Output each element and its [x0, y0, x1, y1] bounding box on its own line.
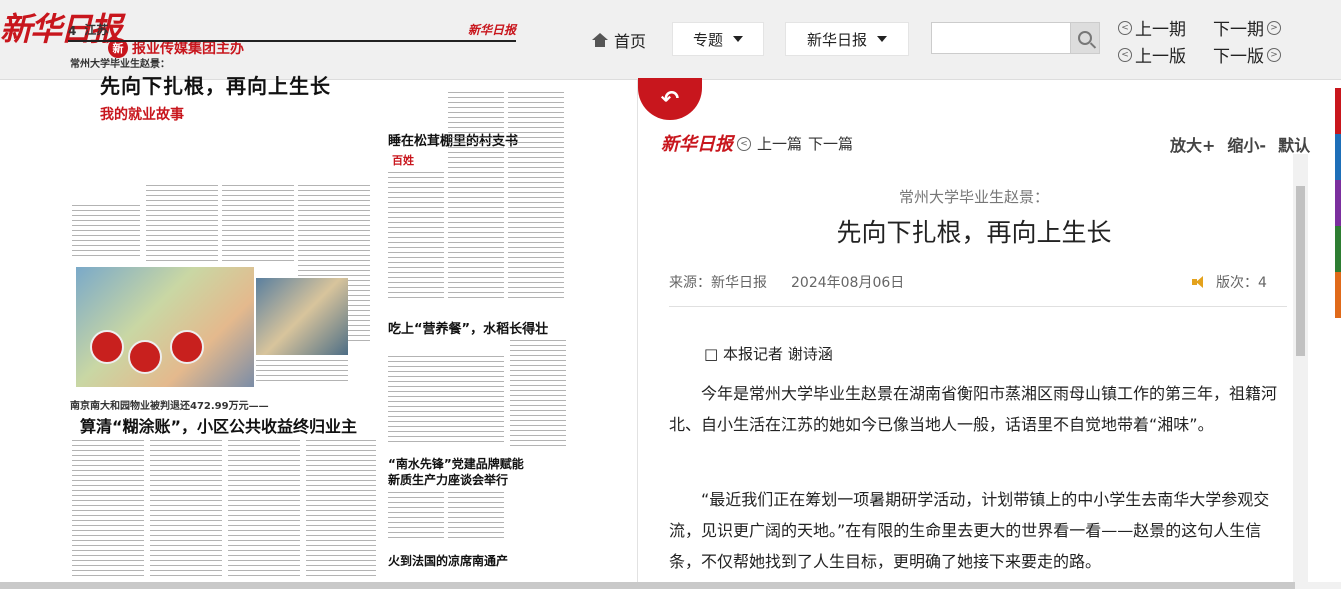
- divider: [669, 306, 1287, 307]
- article-author: □ 本报记者 谢诗涵: [704, 345, 833, 363]
- story-title[interactable]: 吃上“营养餐”，水稻长得壮: [388, 318, 548, 337]
- home-link[interactable]: 首页: [592, 28, 646, 52]
- prev-page-link[interactable]: < 上一版: [1118, 42, 1186, 67]
- prev-page-label: 上一版: [1135, 47, 1186, 67]
- story-banner: 我的就业故事: [100, 107, 184, 123]
- page-section: 江苏: [84, 23, 109, 37]
- back-arrow-icon: ↶: [660, 86, 680, 112]
- text-column: [510, 340, 566, 450]
- search-input[interactable]: [931, 22, 1071, 54]
- paper-dropdown[interactable]: 新华日报: [785, 22, 909, 56]
- side-color-tabs[interactable]: [1335, 88, 1341, 318]
- story-kicker: 南京南大和园物业被判退还472.99万元——: [70, 401, 269, 412]
- text-column: [150, 440, 222, 580]
- article-kicker: 常州大学毕业生赵景：: [898, 188, 1049, 206]
- search-button[interactable]: [1070, 22, 1100, 54]
- next-page-label: 下一版: [1213, 47, 1264, 67]
- article-paragraph: “最近我们正在筹划一项暑期研学活动，计划带镇上的中小学生去南华大学参观交流，见识…: [669, 490, 1270, 571]
- article-title: 先向下扎根，再向上生长: [836, 218, 1112, 247]
- chevron-down-icon: [733, 36, 743, 42]
- prev-issue-link[interactable]: < 上一期: [1118, 15, 1186, 40]
- article-paragraph: 今年是常州大学毕业生赵景在湖南省衡阳市蒸湘区雨母山镇工作的第三年，祖籍河北、自小…: [669, 384, 1278, 434]
- story-title[interactable]: “南水先锋”党建品牌赋能新质生产力座谈会举行: [388, 456, 533, 488]
- text-column: [448, 92, 504, 302]
- chevron-down-icon: [877, 36, 887, 42]
- prev-article-link[interactable]: 上一篇: [757, 133, 802, 154]
- article-date: 2024年08月06日: [791, 275, 905, 291]
- zoom-in-button[interactable]: 放大+: [1170, 132, 1215, 156]
- chevron-left-icon: <: [1118, 20, 1132, 35]
- prev-issue-label: 上一期: [1135, 20, 1186, 40]
- next-issue-label: 下一期: [1213, 20, 1264, 40]
- text-column: [388, 172, 444, 302]
- text-column: [228, 440, 300, 580]
- paper-label: 新华日报: [806, 30, 867, 49]
- topics-label: 专题: [692, 30, 723, 49]
- page-header: 4 江苏 新华日报: [68, 22, 516, 42]
- article-nav: < 上一篇 下一篇: [737, 133, 853, 154]
- page-masthead: 新华日报: [467, 23, 516, 37]
- text-column: [306, 440, 376, 580]
- photo-detail: [170, 330, 204, 364]
- chevron-right-icon: >: [1267, 20, 1281, 35]
- photo-detail: [128, 340, 162, 374]
- text-column: [388, 356, 504, 446]
- text-column: [508, 92, 564, 302]
- speaker-icon[interactable]: [1192, 276, 1208, 288]
- article-version: 版次：4: [1192, 272, 1267, 292]
- home-label: 首页: [614, 32, 647, 51]
- chevron-left-icon: <: [737, 136, 751, 151]
- text-column: [72, 440, 144, 580]
- side-tab[interactable]: [1335, 272, 1341, 318]
- scrollbar-thumb[interactable]: [0, 582, 1295, 589]
- zoom-out-button[interactable]: 缩小-: [1227, 132, 1266, 156]
- text-column: [222, 185, 294, 263]
- chevron-left-icon: <: [1118, 47, 1132, 62]
- text-column: [448, 492, 504, 542]
- story-kicker[interactable]: 常州大学毕业生赵景：: [70, 55, 170, 70]
- photo-caption: [256, 360, 348, 382]
- chevron-right-icon: >: [1267, 47, 1281, 62]
- story-title[interactable]: 火到法国的凉席南通产: [388, 552, 508, 569]
- side-tab[interactable]: [1335, 226, 1341, 272]
- font-size-tools: 放大+ 缩小- 默认: [1170, 132, 1310, 156]
- photo-detail: [90, 330, 124, 364]
- text-column: [146, 185, 218, 263]
- home-icon: [592, 33, 608, 47]
- story-title[interactable]: 算清“糊涂账”，小区公共收益终归业主: [80, 413, 357, 437]
- page-number: 4: [68, 24, 77, 38]
- side-tab[interactable]: [1335, 134, 1341, 180]
- reader-masthead: 新华日报: [661, 134, 733, 155]
- text-column: [72, 205, 140, 260]
- side-tab[interactable]: [1335, 180, 1341, 226]
- next-issue-link[interactable]: 下一期 >: [1213, 15, 1281, 40]
- text-column: [388, 492, 444, 542]
- column-badge: 百姓: [392, 154, 414, 167]
- story-photo[interactable]: [76, 267, 254, 387]
- side-tab[interactable]: [1335, 88, 1341, 134]
- search-icon: [1078, 31, 1092, 45]
- article-source: 来源：新华日报: [669, 275, 767, 291]
- scrollbar-thumb[interactable]: [1296, 186, 1305, 356]
- version-label: 版次：4: [1216, 275, 1267, 291]
- next-article-link[interactable]: 下一篇: [808, 133, 853, 154]
- story-title[interactable]: 先向下扎根，再向上生长: [100, 70, 331, 99]
- topics-dropdown[interactable]: 专题: [672, 22, 764, 56]
- reset-size-button[interactable]: 默认: [1278, 132, 1310, 156]
- story-photo[interactable]: [256, 278, 348, 355]
- next-page-link[interactable]: 下一版 >: [1213, 42, 1281, 67]
- article-meta: 来源：新华日报 2024年08月06日: [669, 272, 904, 292]
